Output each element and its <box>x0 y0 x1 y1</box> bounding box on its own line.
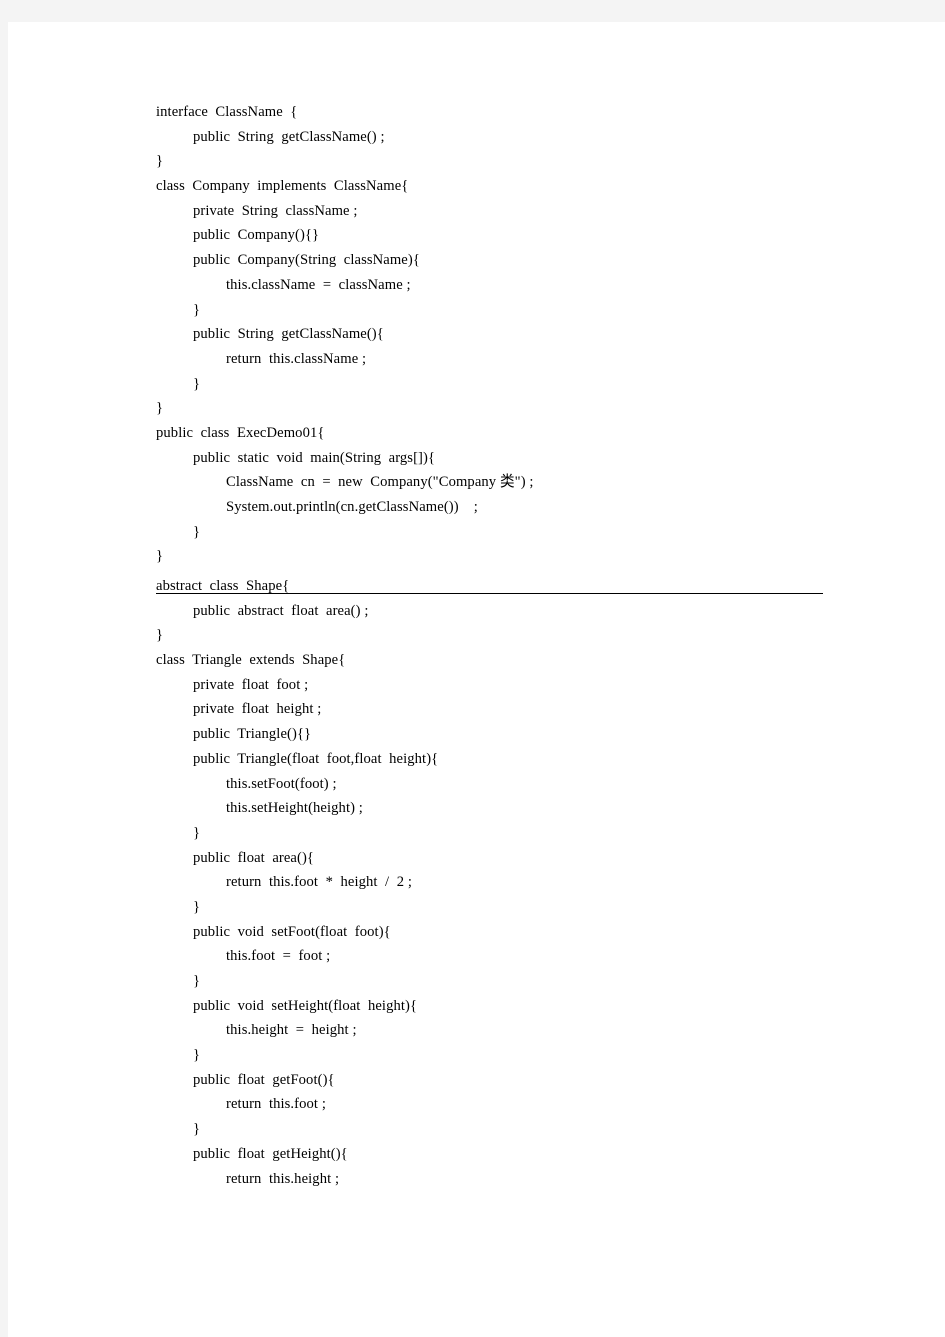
code-line: public float getFoot(){ <box>193 1071 335 1088</box>
code-line: } <box>156 548 164 565</box>
code-line: public float getHeight(){ <box>193 1145 348 1162</box>
code-line: } <box>193 301 201 318</box>
code-listing-shape-triangle: abstract class Shape{ public abstract flo… <box>148 574 928 1191</box>
code-line: } <box>193 375 201 392</box>
code-line: return this.foot * height / 2 ; <box>226 874 413 891</box>
code-line: abstract class Shape{ <box>156 578 290 594</box>
code-line: this.foot = foot ; <box>226 948 331 965</box>
code-line: public String getClassName() ; <box>193 128 385 145</box>
code-line: this.setFoot(foot) ; <box>226 775 337 792</box>
code-line: public Triangle(){} <box>193 726 312 743</box>
code-line: interface ClassName { <box>156 104 298 120</box>
code-line: this.className = className ; <box>226 276 411 293</box>
code-line: class Triangle extends Shape{ <box>156 652 346 669</box>
code-line: public Company(){} <box>193 227 320 244</box>
code-line: } <box>156 400 164 417</box>
code-line: private float foot ; <box>193 676 309 693</box>
code-line: this.height = height ; <box>226 1022 357 1039</box>
code-line: public class ExecDemo01{ <box>156 424 325 441</box>
code-line: return this.className ; <box>226 350 367 367</box>
code-line: private float height ; <box>193 701 322 718</box>
code-line: public static void main(String args[]){ <box>193 449 436 466</box>
code-line: this.setHeight(height) ; <box>226 800 363 817</box>
code-line: public String getClassName(){ <box>193 326 384 343</box>
code-line: class Company implements ClassName{ <box>156 178 409 195</box>
code-line: public Triangle(float foot,float height)… <box>193 750 439 767</box>
code-line: } <box>193 1047 201 1064</box>
code-line: return this.height ; <box>226 1170 340 1187</box>
code-line: private String className ; <box>193 202 358 219</box>
code-line: } <box>156 153 164 170</box>
code-line: public abstract float area() ; <box>193 602 369 619</box>
code-line: System.out.println(cn.getClassName()) ; <box>226 499 478 515</box>
code-line: public void setHeight(float height){ <box>193 997 418 1014</box>
code-line: ClassName cn = new Company("Company 类") … <box>226 474 534 491</box>
code-line: } <box>193 973 201 989</box>
code-line: return this.foot ; <box>226 1096 326 1113</box>
code-line: public float area(){ <box>193 849 315 866</box>
code-listing-exec-demo-01: interface ClassName { public String getCl… <box>148 100 928 569</box>
document-page: interface ClassName { public String getCl… <box>8 22 945 1337</box>
code-line: public Company(String className){ <box>193 252 420 269</box>
code-line: public void setFoot(float foot){ <box>193 923 391 940</box>
code-line: } <box>193 523 201 540</box>
code-line: } <box>193 824 201 841</box>
code-line: } <box>193 898 201 915</box>
code-line: } <box>193 1121 201 1138</box>
code-line: } <box>156 627 164 644</box>
